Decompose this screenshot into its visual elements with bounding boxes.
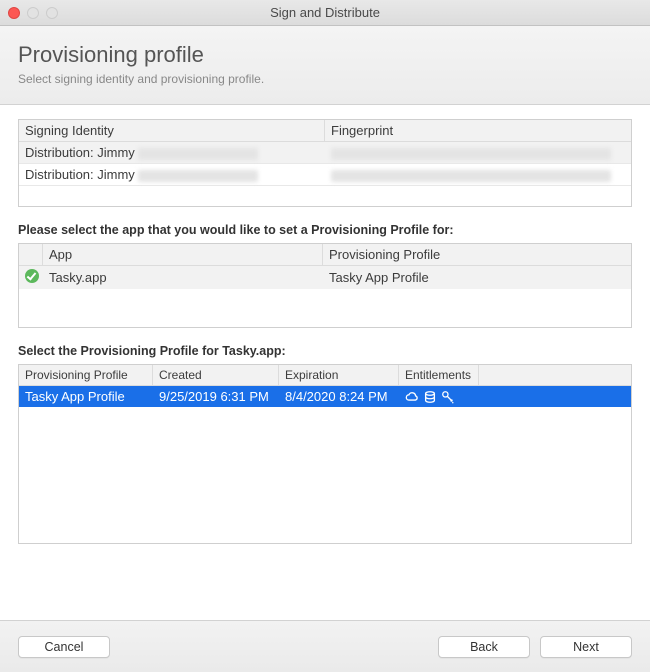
identity-row[interactable]: Distribution: Jimmy (19, 142, 631, 164)
col-empty (479, 365, 631, 385)
pp-expiration: 8/4/2020 8:24 PM (279, 386, 399, 407)
cancel-button[interactable]: Cancel (18, 636, 110, 658)
col-pp[interactable]: Provisioning Profile (19, 365, 153, 385)
pp-entitlements (399, 387, 461, 407)
app-section-label: Please select the app that you would lik… (18, 223, 632, 237)
page-subtitle: Select signing identity and provisioning… (18, 72, 632, 86)
profile-section-label: Select the Provisioning Profile for Task… (18, 344, 632, 358)
pp-name: Tasky App Profile (19, 386, 153, 407)
fingerprint-value (325, 142, 631, 163)
traffic-lights (8, 7, 58, 19)
app-name: Tasky.app (43, 267, 323, 288)
app-table-header: App Provisioning Profile (19, 244, 631, 266)
app-row[interactable]: Tasky.app Tasky App Profile (19, 266, 631, 289)
checkmark-icon (25, 269, 39, 283)
header: Provisioning profile Select signing iden… (0, 26, 650, 105)
col-app-name[interactable]: App (43, 244, 323, 265)
maximize-icon (46, 7, 58, 19)
cloud-icon (405, 390, 419, 404)
col-created[interactable]: Created (153, 365, 279, 385)
content: Signing Identity Fingerprint Distributio… (0, 105, 650, 544)
page-title: Provisioning profile (18, 42, 632, 68)
next-button[interactable]: Next (540, 636, 632, 658)
identity-row[interactable]: Distribution: Jimmy (19, 164, 631, 186)
app-profile: Tasky App Profile (323, 267, 631, 288)
titlebar: Sign and Distribute (0, 0, 650, 26)
profile-row[interactable]: Tasky App Profile 9/25/2019 6:31 PM 8/4/… (19, 386, 631, 407)
identity-value: Distribution: Jimmy (19, 142, 325, 163)
key-icon (441, 390, 455, 404)
identity-table[interactable]: Signing Identity Fingerprint Distributio… (18, 119, 632, 207)
col-signing-identity[interactable]: Signing Identity (19, 120, 325, 141)
col-app-profile[interactable]: Provisioning Profile (323, 244, 631, 265)
profile-table[interactable]: Provisioning Profile Created Expiration … (18, 364, 632, 544)
col-fingerprint[interactable]: Fingerprint (325, 120, 631, 141)
close-icon[interactable] (8, 7, 20, 19)
database-icon (423, 390, 437, 404)
fingerprint-value (325, 164, 631, 185)
app-table[interactable]: App Provisioning Profile Tasky.app Tasky… (18, 243, 632, 328)
col-app-status[interactable] (19, 244, 43, 265)
col-entitlements[interactable]: Entitlements (399, 365, 479, 385)
status-icon-cell (19, 266, 43, 289)
footer: Cancel Back Next (0, 620, 650, 672)
window-title: Sign and Distribute (0, 5, 650, 20)
pp-created: 9/25/2019 6:31 PM (153, 386, 279, 407)
identity-value: Distribution: Jimmy (19, 164, 325, 185)
profile-table-header: Provisioning Profile Created Expiration … (19, 365, 631, 386)
minimize-icon (27, 7, 39, 19)
back-button[interactable]: Back (438, 636, 530, 658)
identity-table-header: Signing Identity Fingerprint (19, 120, 631, 142)
col-expiration[interactable]: Expiration (279, 365, 399, 385)
